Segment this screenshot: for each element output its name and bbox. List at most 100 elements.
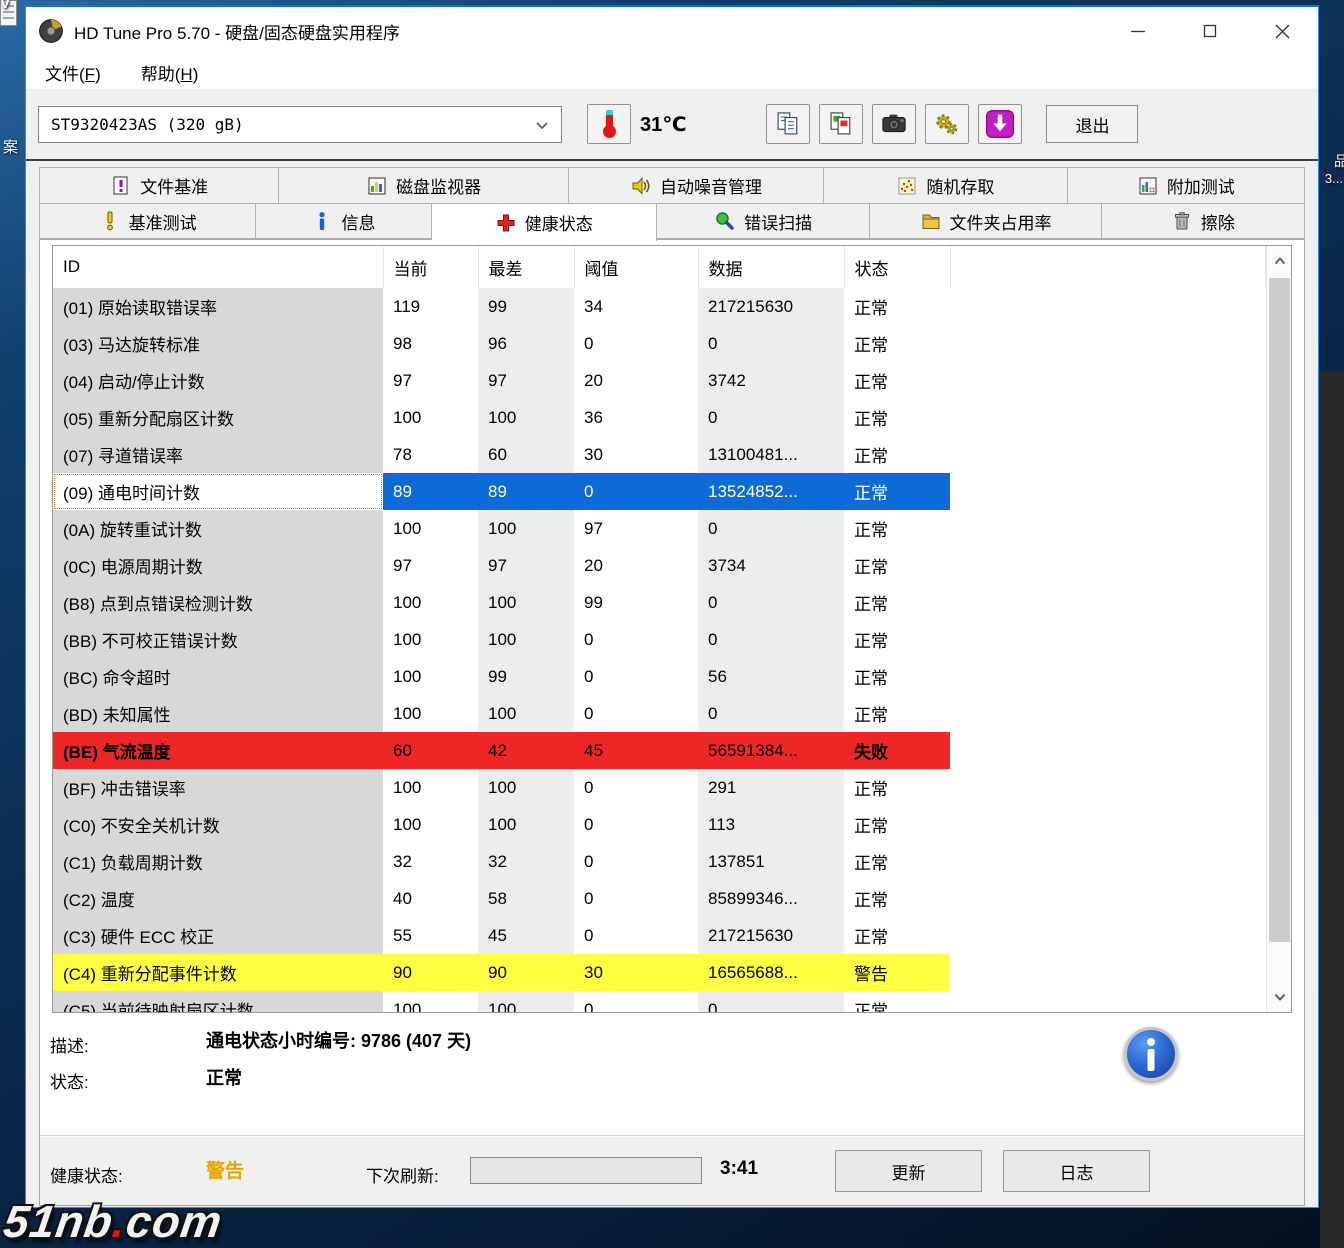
cell-threshold: 20: [574, 547, 698, 584]
update-button[interactable]: 更新: [835, 1150, 982, 1192]
cell-data: 56591384...: [698, 732, 844, 769]
tab-folder-usage[interactable]: 文件夹占用率: [870, 203, 1101, 239]
tab-random-access[interactable]: 随机存取: [824, 167, 1067, 203]
tab-error-scan[interactable]: 错误扫描: [657, 203, 870, 239]
temperature-button[interactable]: [587, 104, 631, 144]
tab-disk-monitor[interactable]: 磁盘监视器: [279, 167, 568, 203]
scroll-down-icon[interactable]: [1267, 982, 1292, 1012]
table-row[interactable]: (09) 通电时间计数8989013524852...正常: [53, 473, 1266, 510]
copy-image-button[interactable]: [819, 104, 863, 144]
cell-status: 警告: [844, 954, 950, 991]
cell-data: 113: [698, 806, 844, 843]
cell-id: (04) 启动/停止计数: [53, 362, 383, 399]
cell-status: 正常: [844, 584, 950, 621]
table-row[interactable]: (BB) 不可校正错误计数10010000正常: [53, 621, 1266, 658]
scroll-up-icon[interactable]: [1267, 246, 1292, 276]
tab-label: 擦除: [1201, 209, 1235, 234]
log-button[interactable]: 日志: [1003, 1150, 1150, 1192]
table-row[interactable]: (BF) 冲击错误率1001000291正常: [53, 769, 1266, 806]
cell-current: 40: [383, 880, 478, 917]
tab-extra-tests[interactable]: 附加测试: [1068, 167, 1305, 203]
col-header-id[interactable]: ID: [53, 246, 383, 288]
health-status-panel: ID 当前 最差 阈值 数据 状态 (01) 原始读取错误率1199934217…: [39, 239, 1305, 1206]
cell-filler: [950, 954, 1266, 991]
col-header-current[interactable]: 当前: [383, 246, 478, 288]
table-row[interactable]: (0C) 电源周期计数9797203734正常: [53, 547, 1266, 584]
info-icon[interactable]: [1124, 1027, 1178, 1081]
menu-help[interactable]: 帮助(H): [141, 60, 199, 85]
table-row[interactable]: (04) 启动/停止计数9797203742正常: [53, 362, 1266, 399]
tab-label: 文件夹占用率: [950, 209, 1052, 234]
cell-threshold: 0: [574, 621, 698, 658]
table-row[interactable]: (C2) 温度4058085899346...正常: [53, 880, 1266, 917]
window-title: HD Tune Pro 5.70 - 硬盘/固态硬盘实用程序: [74, 19, 400, 44]
table-row[interactable]: (03) 马达旋转标准989600正常: [53, 325, 1266, 362]
table-row[interactable]: (BC) 命令超时10099056正常: [53, 658, 1266, 695]
table-row[interactable]: (B8) 点到点错误检测计数100100990正常: [53, 584, 1266, 621]
cell-status: 正常: [844, 362, 950, 399]
toolbar: ST9320423AS (320 gB) 31℃ 退出: [26, 89, 1318, 161]
col-header-worst[interactable]: 最差: [478, 246, 574, 288]
tab-label: 自动噪音管理: [660, 173, 762, 198]
cell-filler: [950, 510, 1266, 547]
copy-report-button[interactable]: [766, 104, 810, 144]
save-results-button[interactable]: [978, 104, 1022, 144]
table-row[interactable]: (05) 重新分配扇区计数100100360正常: [53, 399, 1266, 436]
cell-worst: 99: [478, 288, 574, 325]
tab-noise[interactable]: 自动噪音管理: [569, 167, 824, 203]
cell-filler: [950, 325, 1266, 362]
cell-status: 正常: [844, 621, 950, 658]
tab-file-benchmark[interactable]: 文件基准: [39, 167, 279, 203]
cell-data: 291: [698, 769, 844, 806]
table-scrollbar[interactable]: [1266, 246, 1292, 1012]
cell-threshold: 0: [574, 806, 698, 843]
cell-status: 正常: [844, 436, 950, 473]
table-row[interactable]: (C4) 重新分配事件计数90903016565688...警告: [53, 954, 1266, 991]
maximize-button[interactable]: [1174, 7, 1246, 55]
desktop-icon-label-right-1: 品: [1334, 151, 1344, 171]
table-row[interactable]: (0A) 旋转重试计数100100970正常: [53, 510, 1266, 547]
menu-file[interactable]: 文件(F): [45, 60, 101, 85]
col-header-data[interactable]: 数据: [698, 246, 844, 288]
col-header-status[interactable]: 状态: [844, 246, 950, 288]
cell-worst: 58: [478, 880, 574, 917]
exit-button[interactable]: 退出: [1046, 105, 1138, 143]
minimize-button[interactable]: [1102, 7, 1174, 55]
scrollbar-thumb[interactable]: [1269, 278, 1290, 942]
cell-data: 56: [698, 658, 844, 695]
tab-erase[interactable]: 擦除: [1102, 203, 1305, 239]
cell-status: 正常: [844, 769, 950, 806]
tab-info[interactable]: 信息: [256, 203, 431, 239]
table-row[interactable]: (C5) 当前待映射扇区计数10010000正常: [53, 991, 1266, 1013]
screenshot-button[interactable]: [872, 104, 916, 144]
drive-select[interactable]: ST9320423AS (320 gB): [38, 106, 562, 143]
random-access-icon: [896, 175, 918, 197]
settings-button[interactable]: [925, 104, 969, 144]
cell-worst: 60: [478, 436, 574, 473]
table-row[interactable]: (BE) 气流温度60424556591384...失败: [53, 732, 1266, 769]
health-status-value: 警告: [206, 1156, 244, 1183]
col-header-threshold[interactable]: 阈值: [574, 246, 698, 288]
tab-health[interactable]: 健康状态: [432, 203, 657, 241]
table-row[interactable]: (C1) 负载周期计数32320137851正常: [53, 843, 1266, 880]
table-row[interactable]: (07) 寻道错误率78603013100481...正常: [53, 436, 1266, 473]
cell-threshold: 0: [574, 880, 698, 917]
cell-status: 正常: [844, 917, 950, 954]
tab-benchmark[interactable]: 基准测试: [39, 203, 256, 239]
cell-filler: [950, 843, 1266, 880]
cell-worst: 97: [478, 547, 574, 584]
cell-current: 60: [383, 732, 478, 769]
close-button[interactable]: [1246, 7, 1318, 55]
tab-label: 附加测试: [1167, 173, 1235, 198]
cell-status: 正常: [844, 288, 950, 325]
table-row[interactable]: (BD) 未知属性10010000正常: [53, 695, 1266, 732]
cell-worst: 100: [478, 695, 574, 732]
extra-tests-icon: [1137, 175, 1159, 197]
toolbar-buttons: [766, 104, 1022, 144]
erase-icon: [1171, 210, 1193, 232]
table-row[interactable]: (01) 原始读取错误率1199934217215630正常: [53, 288, 1266, 325]
table-row[interactable]: (C0) 不安全关机计数1001000113正常: [53, 806, 1266, 843]
table-row[interactable]: (C3) 硬件 ECC 校正55450217215630正常: [53, 917, 1266, 954]
cell-id: (C5) 当前待映射扇区计数: [53, 991, 383, 1013]
cell-worst: 97: [478, 362, 574, 399]
